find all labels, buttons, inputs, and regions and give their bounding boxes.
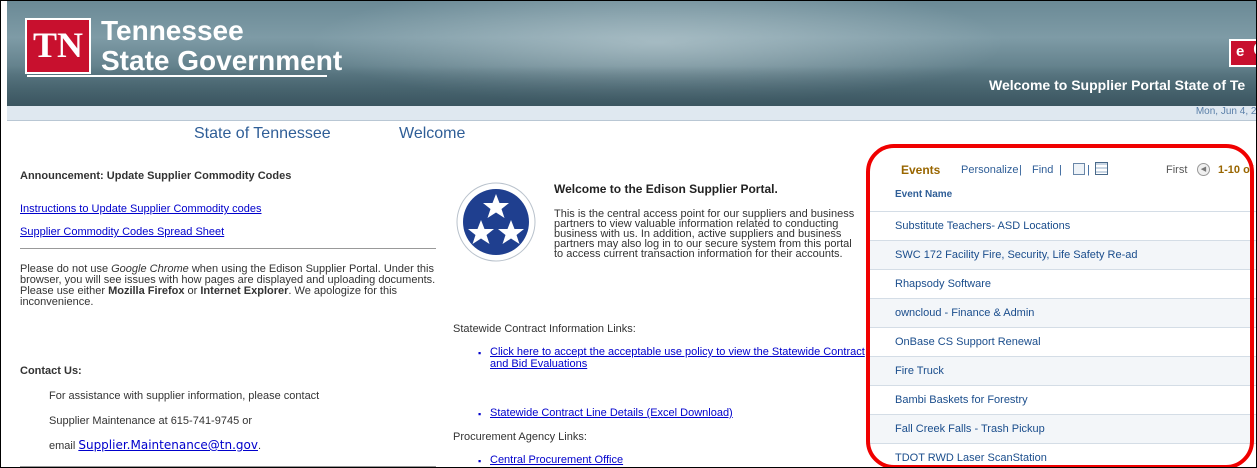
table-row[interactable]: SWC 172 Facility Fire, Security, Life Sa… [866, 241, 1256, 270]
event-name-link[interactable]: SWC 172 Facility Fire, Security, Life Sa… [895, 249, 1138, 261]
table-row[interactable]: Substitute Teachers- ASD Locations [866, 212, 1256, 241]
portal-welcome-body: This is the central access point for our… [554, 208, 855, 260]
table-row[interactable]: owncloud - Finance & Admin [866, 299, 1256, 328]
events-header: Events Personalize | Find | | First ◀ 1-… [866, 156, 1256, 183]
notice-text: or [184, 285, 201, 297]
contact-email-link[interactable]: Supplier.Maintenance@tn.gov [78, 438, 258, 452]
events-title: Events [901, 163, 941, 177]
contact-title: Contact Us: [20, 365, 82, 377]
event-name-link[interactable]: Fall Creek Falls - Trash Pickup [895, 423, 1045, 435]
event-name-link[interactable]: Rhapsody Software [895, 278, 991, 290]
browser-notice: Please do not use Google Chrome when usi… [20, 264, 440, 308]
grid-icon[interactable] [1095, 162, 1108, 175]
divider [20, 248, 436, 249]
tab-welcome[interactable]: Welcome [399, 125, 465, 143]
edison-logo-text: e [1236, 43, 1245, 60]
find-link[interactable]: Find [1032, 164, 1053, 176]
separator: | [1087, 164, 1090, 176]
procurement-links-title: Procurement Agency Links: [453, 431, 587, 443]
event-name-link[interactable]: Bambi Baskets for Forestry [895, 394, 1028, 406]
events-panel: Events Personalize | Find | | First ◀ 1-… [866, 156, 1256, 467]
contact-line: Supplier Maintenance at 615-741-9745 or [49, 415, 253, 427]
bullet-icon: ▪ [478, 348, 482, 358]
event-name-link[interactable]: Fire Truck [895, 365, 944, 377]
new-window-icon[interactable] [1073, 163, 1085, 175]
prev-arrow-icon[interactable]: ◀ [1197, 163, 1210, 176]
contract-line-details-link[interactable]: Statewide Contract Line Details (Excel D… [490, 407, 733, 419]
portal-welcome-title: Welcome to the Edison Supplier Portal. [554, 182, 778, 196]
notice-browser-ie: Internet Explorer [200, 285, 289, 297]
table-row[interactable]: Bambi Baskets for Forestry [866, 386, 1256, 415]
column-header-event-name[interactable]: Event Name [866, 183, 1256, 212]
event-name-link[interactable]: Substitute Teachers- ASD Locations [895, 220, 1070, 232]
personalize-link[interactable]: Personalize [961, 164, 1018, 176]
statewide-links-title: Statewide Contract Information Links: [453, 323, 636, 335]
separator: | [1059, 164, 1062, 176]
tab-state-of-tennessee[interactable]: State of Tennessee [194, 125, 331, 143]
site-header: TN Tennessee State Government e e Welcom… [7, 1, 1256, 106]
welcome-portal-text: Welcome to Supplier Portal State of Te [989, 77, 1246, 93]
notice-browser-firefox: Mozilla Firefox [108, 285, 185, 297]
table-row[interactable]: OnBase CS Support Renewal [866, 328, 1256, 357]
site-title-line1: Tennessee [101, 15, 244, 46]
contact-email-suffix: . [257, 440, 262, 452]
table-row[interactable]: Fall Creek Falls - Trash Pickup [866, 415, 1256, 444]
divider [20, 466, 436, 467]
table-row[interactable]: Fire Truck [866, 357, 1256, 386]
instructions-link[interactable]: Instructions to Update Supplier Commodit… [20, 203, 262, 215]
date-bar: Mon, Jun 4, 20 [7, 106, 1256, 121]
page-frame: TN Tennessee State Government e e Welcom… [0, 0, 1257, 468]
event-name-link[interactable]: OnBase CS Support Renewal [895, 336, 1041, 348]
edison-logo-letter: e [1253, 35, 1256, 61]
event-name-link[interactable]: TDOT RWD Laser ScanStation [895, 452, 1047, 464]
tn-logo-text: TN [32, 25, 83, 65]
bullet-icon: ▪ [478, 409, 482, 419]
contact-line: For assistance with supplier information… [49, 390, 320, 402]
separator: | [1019, 164, 1022, 176]
bullet-icon: ▪ [478, 456, 482, 466]
acceptable-use-policy-link[interactable]: Click here to accept the acceptable use … [490, 346, 870, 370]
central-procurement-link[interactable]: Central Procurement Office [490, 454, 623, 466]
site-title-line2: State Government [101, 45, 343, 76]
edison-logo-icon: e [1229, 39, 1256, 67]
row-range: 1-10 of 10 [1218, 164, 1256, 176]
tri-star-icon [456, 182, 536, 262]
table-row[interactable]: Rhapsody Software [866, 270, 1256, 299]
contact-email-prefix: email [49, 440, 79, 452]
announcement-title: Announcement: Update Supplier Commodity … [20, 170, 292, 182]
table-row[interactable]: TDOT RWD Laser ScanStation [866, 444, 1256, 467]
first-link[interactable]: First [1166, 164, 1187, 176]
event-name-link[interactable]: owncloud - Finance & Admin [895, 307, 1034, 319]
column-header-label: Event Name [895, 189, 953, 200]
contact-line: email Supplier.Maintenance@tn.gov. [49, 438, 261, 452]
current-date: Mon, Jun 4, 20 [1195, 106, 1257, 117]
tn-logo[interactable]: TN [25, 18, 91, 74]
spreadsheet-link[interactable]: Supplier Commodity Codes Spread Sheet [20, 226, 224, 238]
